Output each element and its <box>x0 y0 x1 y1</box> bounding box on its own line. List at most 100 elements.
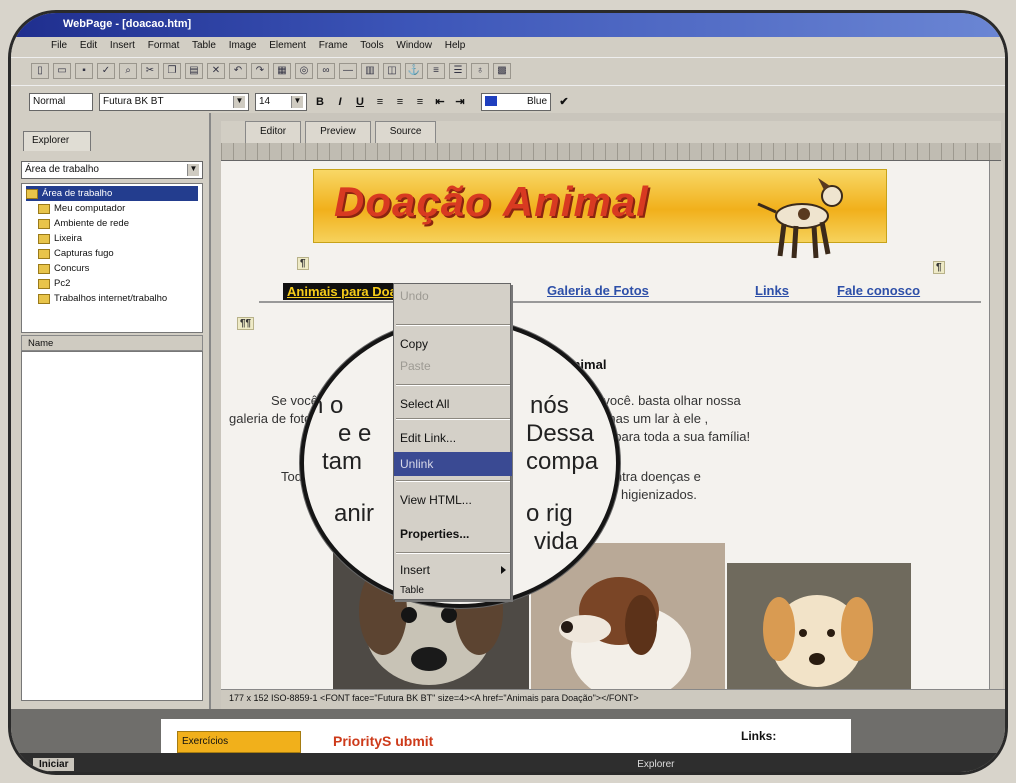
tree-item-label: Pc2 <box>54 278 71 289</box>
style-select-value: Normal <box>33 95 66 107</box>
style-select[interactable]: Normal <box>29 92 93 111</box>
dog-photo[interactable] <box>727 563 911 689</box>
spellcheck-icon[interactable]: ✔ <box>557 95 571 108</box>
menu-item-unlink[interactable]: Unlink <box>394 452 512 476</box>
tree-item-label: Ambiente de rede <box>54 218 129 229</box>
bold-icon[interactable]: B <box>313 96 327 108</box>
menu-item-properties[interactable]: Properties... <box>394 522 512 546</box>
magnified-text: tam <box>322 448 363 475</box>
menu-insert[interactable]: Insert <box>110 40 135 51</box>
copy-icon[interactable]: ❐ <box>163 63 181 79</box>
menu-item-view-html[interactable]: View HTML... <box>394 488 512 512</box>
image-icon[interactable]: ▦ <box>273 63 291 79</box>
menu-element[interactable]: Element <box>269 40 306 51</box>
underline-icon[interactable]: U <box>353 96 367 108</box>
link-icon[interactable]: ∞ <box>317 63 335 79</box>
folder-icon <box>38 278 50 289</box>
tree-item-desktop[interactable]: Área de trabalho <box>26 186 198 201</box>
menu-window[interactable]: Window <box>396 40 432 51</box>
banner-title: Doação Animal <box>334 178 649 225</box>
save-icon[interactable]: ▪ <box>75 63 93 79</box>
size-select[interactable]: 14 ▼ <box>255 92 307 111</box>
nav-link-links[interactable]: Links <box>755 283 789 298</box>
menu-frame[interactable]: Frame <box>319 40 348 51</box>
vertical-scrollbar[interactable] <box>989 161 1003 689</box>
frame-icon[interactable]: ◫ <box>383 63 401 79</box>
table-icon[interactable]: ▥ <box>361 63 379 79</box>
font-select-value: Futura BK BT <box>103 95 164 107</box>
folder-icon <box>38 263 50 274</box>
italic-icon[interactable]: I <box>333 96 347 108</box>
tree-item-label: Meu computador <box>54 203 126 214</box>
align-right-icon[interactable]: ≡ <box>413 96 427 108</box>
undo-icon[interactable]: ↶ <box>229 63 247 79</box>
menu-file[interactable]: File <box>51 40 67 51</box>
indent-icon[interactable]: ⇥ <box>453 95 467 108</box>
delete-icon[interactable]: ✕ <box>207 63 225 79</box>
anchor-icon[interactable]: ⚓ <box>405 63 423 79</box>
menu-item-edit-link[interactable]: Edit Link... <box>394 426 512 450</box>
name-column-header[interactable]: Name <box>21 335 203 351</box>
menu-separator <box>396 384 510 386</box>
tab-editor[interactable]: Editor <box>245 121 302 143</box>
tab-source[interactable]: Source <box>374 121 437 143</box>
menu-item-paste[interactable]: Paste <box>394 354 512 378</box>
menu-item-table[interactable]: Table <box>394 580 512 604</box>
menu-table[interactable]: Table <box>192 40 216 51</box>
align-left-icon[interactable]: ≡ <box>373 96 387 108</box>
tree-item-folder[interactable]: Capturas fugo <box>26 246 198 261</box>
find-icon[interactable]: ⌕ <box>119 63 137 79</box>
font-select[interactable]: Futura BK BT ▼ <box>99 92 249 111</box>
color-select-value: Blue <box>526 95 547 107</box>
menu-item-insert[interactable]: Insert <box>394 558 512 582</box>
tree-item-label: Capturas fugo <box>54 248 114 259</box>
lower-box: Exercícios <box>177 731 301 753</box>
list-icon[interactable]: ≡ <box>427 63 445 79</box>
nav-link-fale-conosco[interactable]: Fale conosco <box>837 283 920 298</box>
lower-links-label: Links: <box>741 729 777 743</box>
tree-item-folder[interactable]: Pc2 <box>26 276 198 291</box>
paragraph-mark: ¶ <box>297 257 309 270</box>
location-select[interactable]: Área de trabalho ▼ <box>21 161 203 179</box>
open-folder-icon[interactable]: ▭ <box>53 63 71 79</box>
cut-icon[interactable]: ✂ <box>141 63 159 79</box>
title-bar: WebPage - [doacao.htm] <box>11 13 1005 37</box>
color-select[interactable]: Blue <box>481 92 551 111</box>
chevron-down-icon: ▼ <box>233 95 245 108</box>
tree-item-folder[interactable]: Concurs <box>26 261 198 276</box>
folder-tree: Área de trabalho Meu computador Ambiente… <box>21 183 203 333</box>
taskbar-item[interactable]: Explorer <box>637 759 674 770</box>
tab-preview[interactable]: Preview <box>305 121 371 143</box>
file-list[interactable] <box>21 351 203 701</box>
menu-item-copy[interactable]: Copy <box>394 332 512 356</box>
menu-help[interactable]: Help <box>445 40 466 51</box>
format-toolbar: Normal Futura BK BT ▼ 14 ▼ B I U ≡ ≡ ≡ ⇤… <box>11 85 1005 113</box>
tab-explorer[interactable]: Explorer <box>23 131 91 151</box>
outdent-icon[interactable]: ⇤ <box>433 95 447 108</box>
menu-item-select-all[interactable]: Select All <box>394 392 512 416</box>
tree-item-my-computer[interactable]: Meu computador <box>26 201 198 216</box>
menu-tools[interactable]: Tools <box>360 40 383 51</box>
align-center-icon[interactable]: ≡ <box>393 96 407 108</box>
menu-image[interactable]: Image <box>229 40 257 51</box>
redo-icon[interactable]: ↷ <box>251 63 269 79</box>
folder-icon <box>38 293 50 304</box>
tree-item-network[interactable]: Ambiente de rede <box>26 216 198 231</box>
tree-item-folder[interactable]: Trabalhos internet/trabalho <box>26 291 198 306</box>
tree-item-recycle-bin[interactable]: Lixeira <box>26 231 198 246</box>
new-file-icon[interactable]: ▯ <box>31 63 49 79</box>
target-icon[interactable]: ◎ <box>295 63 313 79</box>
nav-link-galeria[interactable]: Galeria de Fotos <box>547 283 649 298</box>
paste-icon[interactable]: ▤ <box>185 63 203 79</box>
horizontal-rule-icon[interactable]: — <box>339 63 357 79</box>
grid-icon[interactable]: ▩ <box>493 63 511 79</box>
menu-format[interactable]: Format <box>148 40 180 51</box>
menu-item-undo[interactable]: Undo <box>394 284 512 308</box>
menu-edit[interactable]: Edit <box>80 40 97 51</box>
bulb-icon[interactable]: ♁ <box>471 63 489 79</box>
numbered-list-icon[interactable]: ☰ <box>449 63 467 79</box>
context-menu: Undo Copy Paste Select All Edit Link... … <box>393 283 512 600</box>
spell-icon[interactable]: ✓ <box>97 63 115 79</box>
magnified-text: n o <box>310 392 344 419</box>
start-button[interactable]: Iniciar <box>33 758 75 771</box>
